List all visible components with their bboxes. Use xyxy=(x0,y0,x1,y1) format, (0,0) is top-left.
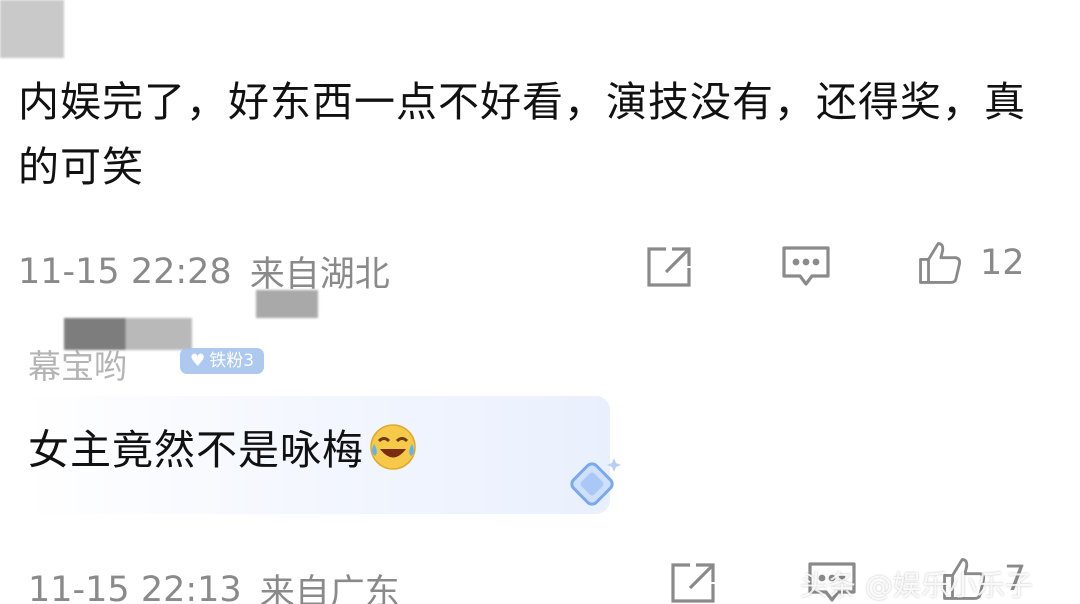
comment-item: 内娱完了，好东西一点不好看，演技没有，还得奖，真的可笑 11-15 22:28 … xyxy=(0,64,1080,304)
share-icon xyxy=(644,244,696,290)
comment-text: 内娱完了，好东西一点不好看，演技没有，还得奖，真的可笑 xyxy=(18,78,1026,191)
comment-text: 女主竟然不是咏梅 xyxy=(28,418,418,483)
diamond-sparkle-icon xyxy=(562,454,622,514)
fan-badge: ♥ 铁粉3 xyxy=(180,348,265,374)
redacted-area xyxy=(256,290,318,318)
heart-icon: ♥ xyxy=(190,351,206,371)
share-button[interactable] xyxy=(644,244,696,290)
username[interactable]: 幕宝哟 xyxy=(28,340,127,388)
comment-time: 11-15 22:13 xyxy=(28,569,242,604)
comment-item: 幕宝哟 ♥ 铁粉3 女主竟然不是咏梅 11-15 22:13 来自广东 7 头条… xyxy=(0,290,1080,604)
redacted-avatar xyxy=(0,0,64,58)
like-count: 12 xyxy=(980,243,1025,283)
like-button[interactable]: 12 xyxy=(914,240,1025,286)
thumbs-up-icon xyxy=(914,240,966,286)
comment-meta: 11-15 22:13 来自广东 xyxy=(28,564,400,604)
watermark: 头条 @娱乐小乐子 xyxy=(800,569,1033,602)
laughing-crying-emoji-icon xyxy=(368,422,418,472)
comment-time: 11-15 22:28 xyxy=(18,251,232,292)
share-icon xyxy=(668,560,720,604)
share-button[interactable] xyxy=(668,560,720,604)
badge-label: 铁粉3 xyxy=(209,351,255,371)
comment-location: 来自广东 xyxy=(259,573,400,604)
reply-button[interactable] xyxy=(780,244,832,290)
comment-icon xyxy=(780,244,832,290)
comment-text-body: 女主竟然不是咏梅 xyxy=(28,426,364,474)
